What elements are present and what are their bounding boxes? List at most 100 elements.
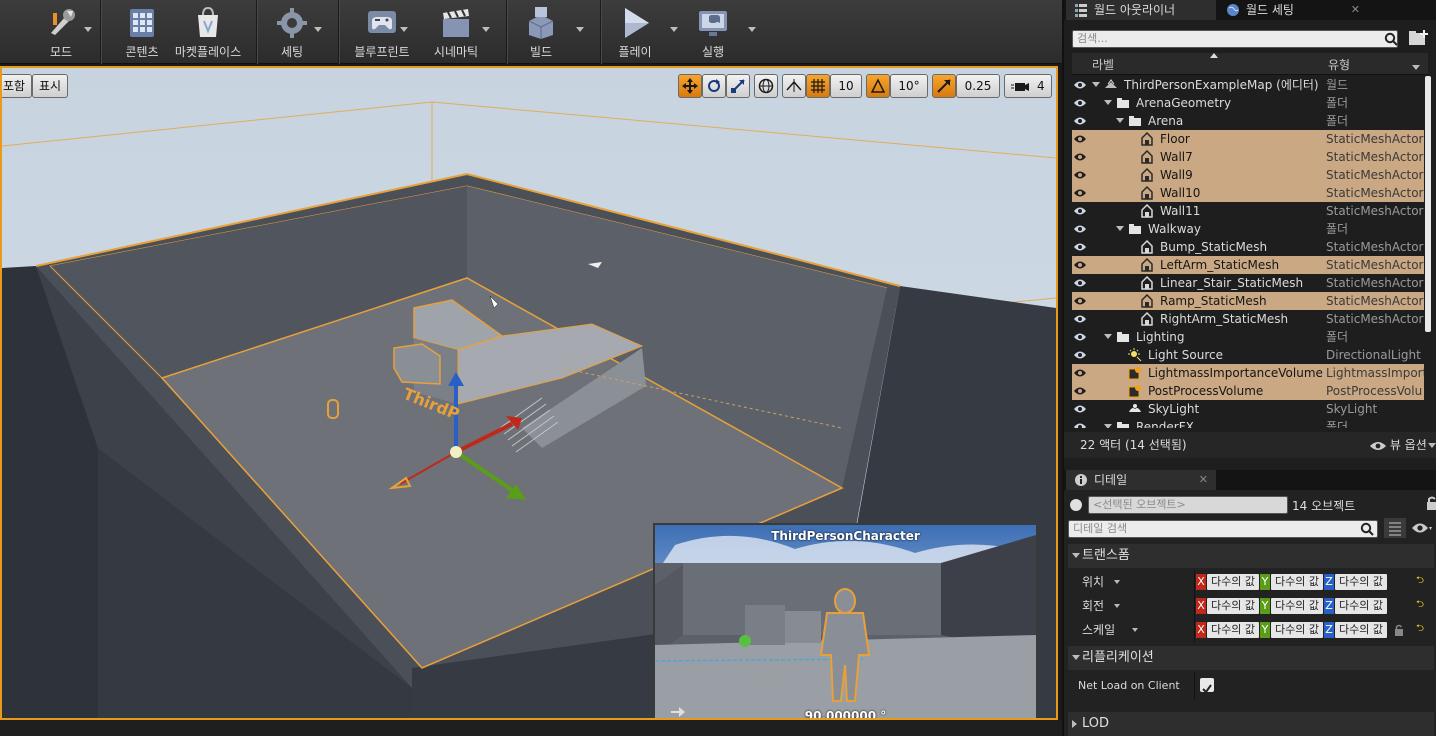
outliner-row[interactable]: Walkway 폴더 xyxy=(1072,220,1424,238)
visibility-eye-icon[interactable] xyxy=(1074,116,1086,126)
play-button[interactable]: 플레이 xyxy=(608,0,662,64)
tab-world-settings[interactable]: 월드 세팅 ✕ xyxy=(1218,0,1368,20)
scale-tool-button[interactable] xyxy=(726,74,750,98)
visibility-eye-icon[interactable] xyxy=(1074,260,1086,270)
settings-dropdown-arrow[interactable] xyxy=(314,27,322,32)
scale-snap-value[interactable]: 0.25 xyxy=(956,74,1000,98)
outliner-row[interactable]: Arena 폴더 xyxy=(1072,112,1424,130)
visibility-eye-icon[interactable] xyxy=(1074,224,1086,234)
content-button[interactable]: 콘텐츠 xyxy=(112,0,172,64)
view-options-button[interactable]: 뷰 옵션 xyxy=(1370,432,1427,458)
visibility-eye-icon[interactable] xyxy=(1074,170,1086,180)
outliner-row[interactable]: Floor StaticMeshActor xyxy=(1072,130,1424,148)
visibility-eye-icon[interactable] xyxy=(1074,278,1086,288)
camera-speed-button[interactable]: 4 xyxy=(1004,74,1052,98)
outliner-row[interactable]: Ramp_StaticMesh StaticMeshActor xyxy=(1072,292,1424,310)
build-button[interactable]: 빌드 xyxy=(516,0,566,64)
visibility-eye-icon[interactable] xyxy=(1074,152,1086,162)
outliner-row[interactable]: LeftArm_StaticMesh StaticMeshActor xyxy=(1072,256,1424,274)
blueprints-dropdown-arrow[interactable] xyxy=(400,27,408,32)
rotation-snap-toggle[interactable] xyxy=(866,74,890,98)
visibility-eye-icon[interactable] xyxy=(1074,206,1086,216)
axis-z-value[interactable]: 다수의 값 xyxy=(1335,622,1387,638)
lock-icon[interactable] xyxy=(1394,624,1404,636)
rotate-tool-button[interactable] xyxy=(702,74,726,98)
outliner-row[interactable]: Light Source DirectionalLight xyxy=(1072,346,1424,364)
visibility-eye-icon[interactable] xyxy=(1074,98,1086,108)
outliner-row[interactable]: ArenaGeometry 폴더 xyxy=(1072,94,1424,112)
expand-arrow-icon[interactable] xyxy=(1104,424,1112,428)
expand-arrow-icon[interactable] xyxy=(1116,118,1124,123)
axis-z-value[interactable]: 다수의 값 xyxy=(1335,598,1387,614)
cinematics-button[interactable]: 시네마틱 xyxy=(426,0,486,64)
selected-object-field[interactable]: <선택된 오브젝트> xyxy=(1088,496,1288,514)
visibility-eye-icon[interactable] xyxy=(1074,350,1086,360)
outliner-row[interactable]: Lighting 폴더 xyxy=(1072,328,1424,346)
outliner-row[interactable]: ThirdPersonExampleMap (에디터) 월드 xyxy=(1072,76,1424,94)
settings-button[interactable]: 세팅 xyxy=(266,0,318,64)
outliner-row[interactable]: LightmassImportanceVolumeLightmassImport… xyxy=(1072,364,1424,382)
visibility-eye-icon[interactable] xyxy=(1074,422,1086,428)
column-label-header[interactable]: 라벨 xyxy=(1092,56,1114,73)
outliner-row[interactable]: Wall10 StaticMeshActor xyxy=(1072,184,1424,202)
reset-to-default-icon[interactable]: ⮌ xyxy=(1416,624,1426,634)
launch-dropdown-arrow[interactable] xyxy=(748,27,756,32)
lod-section-header[interactable]: LOD xyxy=(1068,712,1434,736)
outliner-scrollbar[interactable] xyxy=(1425,76,1431,332)
play-dropdown-arrow[interactable] xyxy=(670,27,678,32)
outliner-row[interactable]: Bump_StaticMesh StaticMeshActor xyxy=(1072,238,1424,256)
outliner-search-input[interactable]: 검색... xyxy=(1072,30,1398,48)
axis-y-value[interactable]: 다수의 값 xyxy=(1271,574,1323,590)
visibility-eye-icon[interactable] xyxy=(1074,368,1086,378)
show-button[interactable]: 표시 xyxy=(32,74,69,98)
axis-x-value[interactable]: 다수의 값 xyxy=(1207,574,1259,590)
visibility-eye-icon[interactable] xyxy=(1074,386,1086,396)
outliner-row[interactable]: Wall11 StaticMeshActor xyxy=(1072,202,1424,220)
net-load-checkbox[interactable] xyxy=(1200,678,1214,694)
property-dropdown-arrow[interactable] xyxy=(1114,604,1120,608)
visibility-eye-icon[interactable] xyxy=(1074,314,1086,324)
visibility-eye-icon[interactable] xyxy=(1074,404,1086,414)
visibility-eye-icon[interactable] xyxy=(1074,332,1086,342)
axis-x-value[interactable]: 다수의 값 xyxy=(1207,622,1259,638)
outliner-row[interactable]: Linear_Stair_StaticMesh StaticMeshActor xyxy=(1072,274,1424,292)
outliner-row[interactable]: SkyLight SkyLight xyxy=(1072,400,1424,418)
expand-arrow-icon[interactable] xyxy=(1116,226,1124,231)
modes-button[interactable]: 모드 xyxy=(30,0,92,64)
reset-to-default-icon[interactable]: ⮌ xyxy=(1416,600,1426,610)
tab-details[interactable]: 디테일 ✕ xyxy=(1066,470,1216,490)
outliner-row[interactable]: Wall9 StaticMeshActor xyxy=(1072,166,1424,184)
replication-section-header[interactable]: 리플리케이션 xyxy=(1068,646,1434,670)
visibility-eye-icon[interactable] xyxy=(1074,188,1086,198)
column-dropdown-icon[interactable] xyxy=(1412,65,1420,70)
tab-world-outliner[interactable]: 월드 아웃라이너 xyxy=(1066,0,1216,20)
build-dropdown-arrow[interactable] xyxy=(576,27,584,32)
reset-to-default-icon[interactable]: ⮌ xyxy=(1416,576,1426,586)
visibility-eye-icon[interactable] xyxy=(1074,134,1086,144)
launch-button[interactable]: 실행 xyxy=(686,0,740,64)
lock-icon[interactable] xyxy=(1426,496,1436,510)
close-tab-icon[interactable]: ✕ xyxy=(1199,470,1208,490)
level-viewport[interactable]: ThirdP 포함 표시 10 10° 0.25 4 ThirdPersonCh… xyxy=(0,66,1058,720)
add-folder-icon[interactable] xyxy=(1408,29,1430,47)
details-search-input[interactable]: 디테일 검색 xyxy=(1068,520,1378,538)
column-type-header[interactable]: 유형 xyxy=(1328,56,1350,73)
axis-y-value[interactable]: 다수의 값 xyxy=(1271,598,1323,614)
expand-arrow-icon[interactable] xyxy=(1104,100,1112,105)
grid-snap-value[interactable]: 10 xyxy=(830,74,862,98)
outliner-row[interactable]: PostProcessVolume PostProcessVolu xyxy=(1072,382,1424,400)
surface-snap-button[interactable] xyxy=(782,74,806,98)
translate-tool-button[interactable] xyxy=(678,74,702,98)
view-options-arrow[interactable] xyxy=(1428,443,1436,448)
grid-snap-toggle[interactable] xyxy=(806,74,830,98)
world-local-toggle[interactable] xyxy=(754,74,778,98)
axis-y-value[interactable]: 다수의 값 xyxy=(1271,622,1323,638)
visibility-eye-icon[interactable] xyxy=(1074,242,1086,252)
axis-x-value[interactable]: 다수의 값 xyxy=(1207,598,1259,614)
blueprints-button[interactable]: 블루프린트 xyxy=(348,0,416,64)
axis-z-value[interactable]: 다수의 값 xyxy=(1335,574,1387,590)
transform-section-header[interactable]: 트랜스폼 xyxy=(1068,544,1434,568)
close-tab-icon[interactable]: ✕ xyxy=(1351,0,1360,20)
outliner-tree[interactable]: ThirdPersonExampleMap (에디터) 월드 ArenaGeomet… xyxy=(1072,76,1424,428)
expand-arrow-icon[interactable] xyxy=(1092,82,1100,87)
